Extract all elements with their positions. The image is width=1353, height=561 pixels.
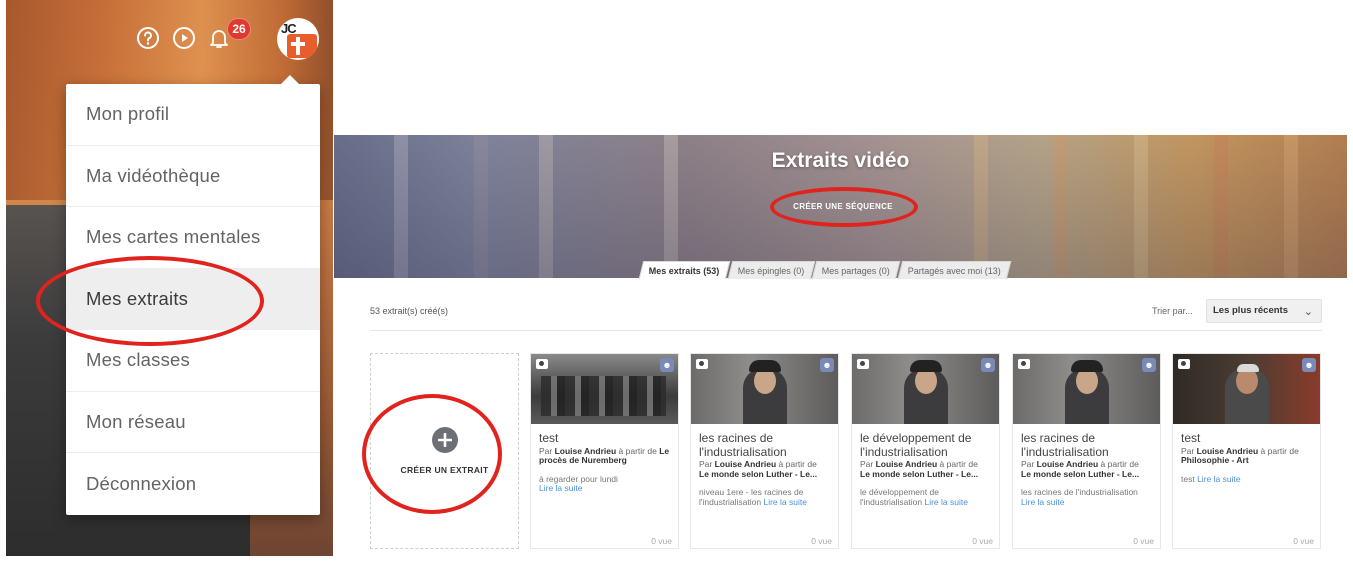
tab-my-shares[interactable]: Mes partages (0): [811, 261, 901, 279]
tab-label: Partagés avec moi (13): [907, 266, 1001, 276]
clip-thumbnail: ☻: [1173, 354, 1320, 424]
clip-from: à partir de: [618, 445, 657, 456]
clip-title: les racines de l'industrialisation: [699, 431, 787, 459]
clip-description: les racines de l'industrialisation: [1021, 487, 1138, 497]
clip-source: Le monde selon Luther - Le...: [860, 468, 979, 479]
clip-by: Par: [860, 459, 874, 469]
clip-author: Louise Andrieu: [1196, 445, 1259, 456]
clip-views: 0 vue: [651, 536, 672, 546]
menu-item-mind-maps[interactable]: Mes cartes mentales: [66, 207, 320, 269]
tab-label: Mes partages (0): [821, 266, 890, 276]
page-title: Extraits vidéo: [771, 149, 910, 172]
clip-author: Louise Andrieu: [554, 445, 617, 456]
clip-by: Par: [539, 445, 553, 456]
clip-card[interactable]: ☻ test Par Louise Andrieu à partir de Ph…: [1172, 353, 1321, 549]
tab-label: Mes épingles (0): [737, 266, 804, 276]
clip-title: les racines de l'industrialisation: [1021, 431, 1109, 459]
clip-from: à partir de: [1100, 459, 1139, 469]
menu-item-video-library[interactable]: Ma vidéothèque: [66, 146, 320, 207]
clip-icon: [1018, 359, 1030, 369]
clip-thumbnail: ☻: [852, 354, 999, 424]
clip-title: test: [1181, 431, 1201, 445]
clip-description: à regarder pour lundi: [539, 473, 618, 484]
play-icon[interactable]: [170, 24, 198, 52]
clip-card[interactable]: ☻ les racines de l'industrialisation Par…: [1012, 353, 1161, 549]
tab-shared-with-me[interactable]: Partagés avec moi (13): [897, 261, 1012, 279]
create-clip-card[interactable]: CRÉER UN EXTRAIT: [370, 353, 519, 549]
read-more-link[interactable]: Lire la suite: [539, 483, 582, 493]
user-icon: ☻: [1302, 358, 1316, 372]
clip-thumbnail: ☻: [1013, 354, 1160, 424]
clip-icon: [1178, 359, 1190, 369]
sort-label: Trier par...: [1152, 306, 1193, 316]
tab-my-clips[interactable]: Mes extraits (53): [638, 261, 730, 279]
clip-source: Le monde selon Luther - Le...: [1021, 468, 1140, 479]
tabs-bar: Mes extraits (53) Mes épingles (0) Mes p…: [638, 261, 1012, 279]
clip-card[interactable]: ☻ le développement de l'industrialisatio…: [851, 353, 1000, 549]
help-icon[interactable]: [134, 24, 162, 52]
clip-author: Louise Andrieu: [1036, 459, 1099, 469]
brand-logo-icon: [287, 34, 317, 58]
clip-by: Par: [1021, 459, 1035, 469]
read-more-link[interactable]: Lire la suite: [763, 497, 806, 507]
clip-source: Philosophie - Art: [1181, 455, 1249, 465]
clip-by: Par: [699, 459, 713, 469]
create-sequence-button[interactable]: CRÉER UNE SÉQUENCE: [783, 197, 903, 217]
tab-label: Mes extraits (53): [648, 266, 720, 276]
clip-by: Par: [1181, 445, 1195, 456]
chevron-down-icon: ⌄: [1303, 306, 1313, 318]
clip-views: 0 vue: [1293, 536, 1314, 546]
notification-badge: 26: [227, 18, 251, 40]
clip-card[interactable]: ☻ les racines de l'industrialisation Par…: [690, 353, 839, 549]
clip-author: Louise Andrieu: [875, 459, 938, 469]
clip-author: Louise Andrieu: [714, 459, 777, 469]
user-icon: ☻: [1142, 358, 1156, 372]
read-more-link[interactable]: Lire la suite: [1021, 497, 1064, 507]
hero-banner: Extraits vidéo CRÉER UNE SÉQUENCE: [334, 135, 1347, 278]
plus-icon: [431, 427, 458, 453]
sort-select[interactable]: Les plus récents ⌄: [1206, 299, 1322, 323]
menu-item-classes[interactable]: Mes classes: [66, 330, 320, 392]
tab-my-pins[interactable]: Mes épingles (0): [727, 261, 815, 279]
clip-from: à partir de: [1260, 445, 1299, 456]
read-more-link[interactable]: Lire la suite: [1197, 474, 1240, 484]
clip-icon: [536, 359, 548, 369]
divider: [370, 330, 1322, 331]
clip-icon: [696, 359, 708, 369]
clip-views: 0 vue: [1133, 536, 1154, 546]
user-icon: ☻: [660, 358, 674, 372]
clip-title: test: [539, 431, 559, 445]
menu-item-logout[interactable]: Déconnexion: [66, 453, 320, 515]
read-more-link[interactable]: Lire la suite: [924, 497, 967, 507]
clip-from: à partir de: [778, 459, 817, 469]
clip-description: test: [1181, 473, 1195, 484]
user-icon: ☻: [820, 358, 834, 372]
clip-card[interactable]: ☻ test Par Louise Andrieu à partir de Le…: [530, 353, 679, 549]
clip-icon: [857, 359, 869, 369]
clip-count: 53 extrait(s) créé(s): [370, 306, 449, 316]
clip-title: le développement de l'industrialisation: [860, 431, 972, 459]
avatar[interactable]: JC: [277, 18, 319, 60]
clip-thumbnail: ☻: [531, 354, 678, 424]
sort-value: Les plus récents: [1213, 305, 1288, 316]
user-icon: ☻: [981, 358, 995, 372]
clip-views: 0 vue: [972, 536, 993, 546]
menu-item-network[interactable]: Mon réseau: [66, 392, 320, 453]
menu-item-profile[interactable]: Mon profil: [66, 84, 320, 146]
create-clip-label: CRÉER UN EXTRAIT: [400, 465, 489, 475]
menu-item-my-clips[interactable]: Mes extraits: [66, 268, 320, 330]
clip-from: à partir de: [939, 459, 978, 469]
clip-source: Le monde selon Luther - Le...: [699, 468, 818, 479]
clip-views: 0 vue: [811, 536, 832, 546]
user-dropdown-menu: Mon profil Ma vidéothèque Mes cartes men…: [66, 75, 320, 515]
clip-thumbnail: ☻: [691, 354, 838, 424]
